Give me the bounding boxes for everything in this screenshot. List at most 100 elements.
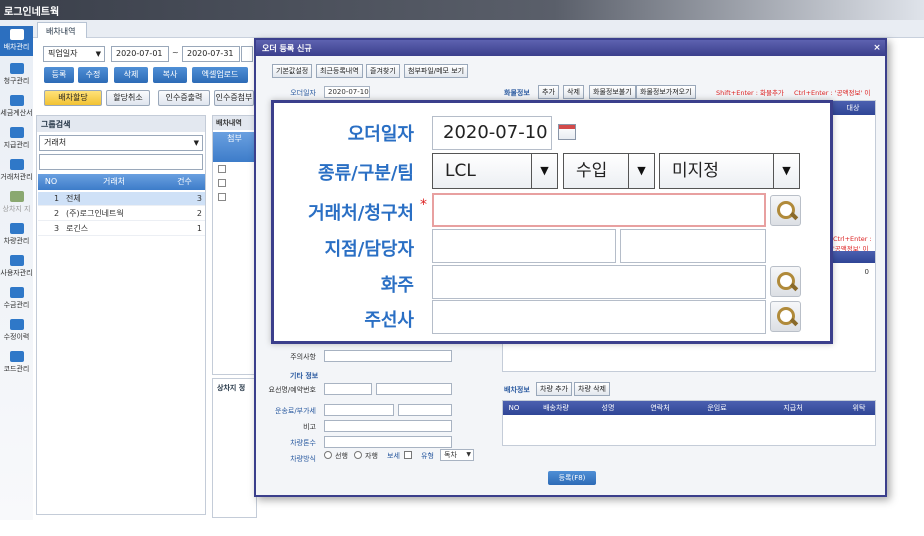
col-no: NO [508,404,520,412]
chevron-down-icon: ▼ [466,451,471,458]
favorites-button[interactable]: 즐겨찾기 [366,64,400,78]
client-billing-label: 거래처/청구처 [308,203,414,224]
manager-input[interactable] [620,229,766,263]
row-no: 3 [54,224,60,233]
map-icon [9,191,24,202]
table-row[interactable]: 2 (주)로그인네트웍 2 [38,207,205,221]
cargo-import-button[interactable]: 화물정보가져오기 [636,85,696,99]
row-checkbox[interactable] [218,193,226,201]
app-title: 로그인네트웍 [4,7,60,18]
sidebar-item-tax-invoice[interactable]: 세금계산서 [0,92,33,122]
default-settings-button[interactable]: 기본값설정 [272,64,313,78]
app-title-bar: 로그인네트웍 [0,0,924,20]
delete-button[interactable]: 삭제 [114,67,148,83]
recent-orders-button[interactable]: 최근등록내역 [316,64,363,78]
col-contact: 연락처 [650,404,670,412]
col-client: 거래처 [64,174,164,190]
sidebar-item-payment[interactable]: 지급관리 [0,124,33,154]
sidebar-item-label: 상차지 지 [2,205,31,213]
type-select[interactable]: LCL ▼ [432,153,558,189]
cargo-load-button[interactable]: 화물정보불기 [589,85,636,99]
delete-vehicle-button[interactable]: 차량 삭제 [574,382,610,396]
print-receipt-button[interactable]: 인수증출력 [158,90,210,106]
date-type-select[interactable]: 픽업일자 ▼ [43,46,105,62]
collection-icon [9,287,24,298]
add-vehicle-button[interactable]: 차량 추가 [536,382,572,396]
search-icon[interactable] [770,301,801,332]
group-search-panel: 그룹검색 거래처 ▼ NO 거래처 건수 1 전체 3 2 (주)로그인네트웍 2… [36,115,206,515]
group-select[interactable]: 거래처 ▼ [39,135,203,151]
register-f8-button[interactable]: 등록(F8) [548,471,596,485]
team-select[interactable]: 미지정 ▼ [659,153,800,189]
row-checkbox[interactable] [218,179,226,187]
tab-dispatch-list[interactable]: 배차내역 [37,22,87,38]
radio-self[interactable] [354,451,362,459]
cancel-assign-button[interactable]: 할당취소 [106,90,150,106]
division-select-value: 수입 [576,161,608,181]
bonded-checkbox[interactable] [404,451,412,459]
assign-dispatch-button[interactable]: 배차할당 [44,90,102,106]
fare-input[interactable] [324,404,394,416]
dispatch-grid-title: 배차내역 [213,116,256,130]
group-filter-input[interactable] [39,154,203,170]
sidebar-item-dispatch[interactable]: 배차관리 [0,26,33,56]
chevron-down-icon: ▼ [95,50,101,58]
group-select-value: 거래처 [44,138,67,147]
sidebar-item-loading[interactable]: 상차지 지 [0,188,33,218]
order-date-input[interactable]: 2020-07-10 [432,116,552,150]
chevron-down-icon: ▼ [628,154,654,188]
branch-input[interactable] [432,229,616,263]
row-no: 1 [54,194,60,203]
row-checkbox[interactable] [218,165,226,173]
row-count: 2 [196,209,202,218]
forwarder-input[interactable] [432,300,766,334]
sidebar-item-label: 수정이력 [3,333,30,341]
note-label: 주의사항 [290,353,316,361]
shipper-input[interactable] [432,265,766,299]
type-select[interactable]: 독차 ▼ [440,449,474,461]
attach-receipt-button[interactable]: 인수증첨부 [214,90,254,106]
tab-bar: 배차내역 [33,20,924,38]
sidebar-item-clients[interactable]: 거래처관리 [0,156,33,186]
search-icon[interactable] [770,195,801,226]
vehicle-count-input[interactable] [324,436,452,448]
note-input[interactable] [324,350,452,362]
sidebar-item-label: 지급관리 [3,141,30,149]
client-billing-input[interactable] [432,193,766,227]
division-select[interactable]: 수입 ▼ [563,153,655,189]
edit-button[interactable]: 수정 [78,67,108,83]
chevron-down-icon: ▼ [773,154,799,188]
sidebar-item-billing[interactable]: 청구관리 [0,60,33,90]
sidebar-item-codes[interactable]: 코드관리 [0,348,33,378]
chart-icon [9,63,24,74]
cargo-delete-button[interactable]: 삭제 [563,85,584,99]
branch-manager-label: 지점/담당자 [324,239,414,260]
cargo-add-button[interactable]: 추가 [538,85,559,99]
copy-button[interactable]: 복사 [153,67,187,83]
sidebar-item-collection[interactable]: 수금관리 [0,284,33,314]
col-attach: 첨부 [213,132,256,162]
vessel-input[interactable] [324,383,372,395]
table-row[interactable]: 3 로긴스 1 [38,222,205,236]
table-row[interactable]: 1 전체 3 [38,192,205,206]
calendar-icon[interactable] [558,124,576,140]
sidebar-item-vehicles[interactable]: 차량관리 [0,220,33,250]
sidebar-item-label: 사용자관리 [0,269,33,277]
calendar-icon[interactable] [241,46,253,62]
date-from-input[interactable]: 2020-07-01 [111,46,169,62]
close-icon[interactable]: × [872,43,882,53]
search-icon[interactable] [770,266,801,297]
vat-input[interactable] [398,404,452,416]
radio-advance-label: 선행 [335,452,348,460]
sidebar-item-history[interactable]: 수정이력 [0,316,33,346]
remark-input[interactable] [324,420,452,432]
register-button[interactable]: 등록 [44,67,74,83]
sidebar-item-users[interactable]: 사용자관리 [0,252,33,282]
attachments-memo-button[interactable]: 첨부파일/메모 보기 [404,64,469,78]
radio-advance[interactable] [324,451,332,459]
date-to-input[interactable]: 2020-07-31 [182,46,240,62]
order-date-input[interactable]: 2020-07-10 [324,86,370,98]
radio-self-label: 자행 [365,452,378,460]
excel-upload-button[interactable]: 엑셀업로드 [192,67,248,83]
booking-input[interactable] [376,383,452,395]
